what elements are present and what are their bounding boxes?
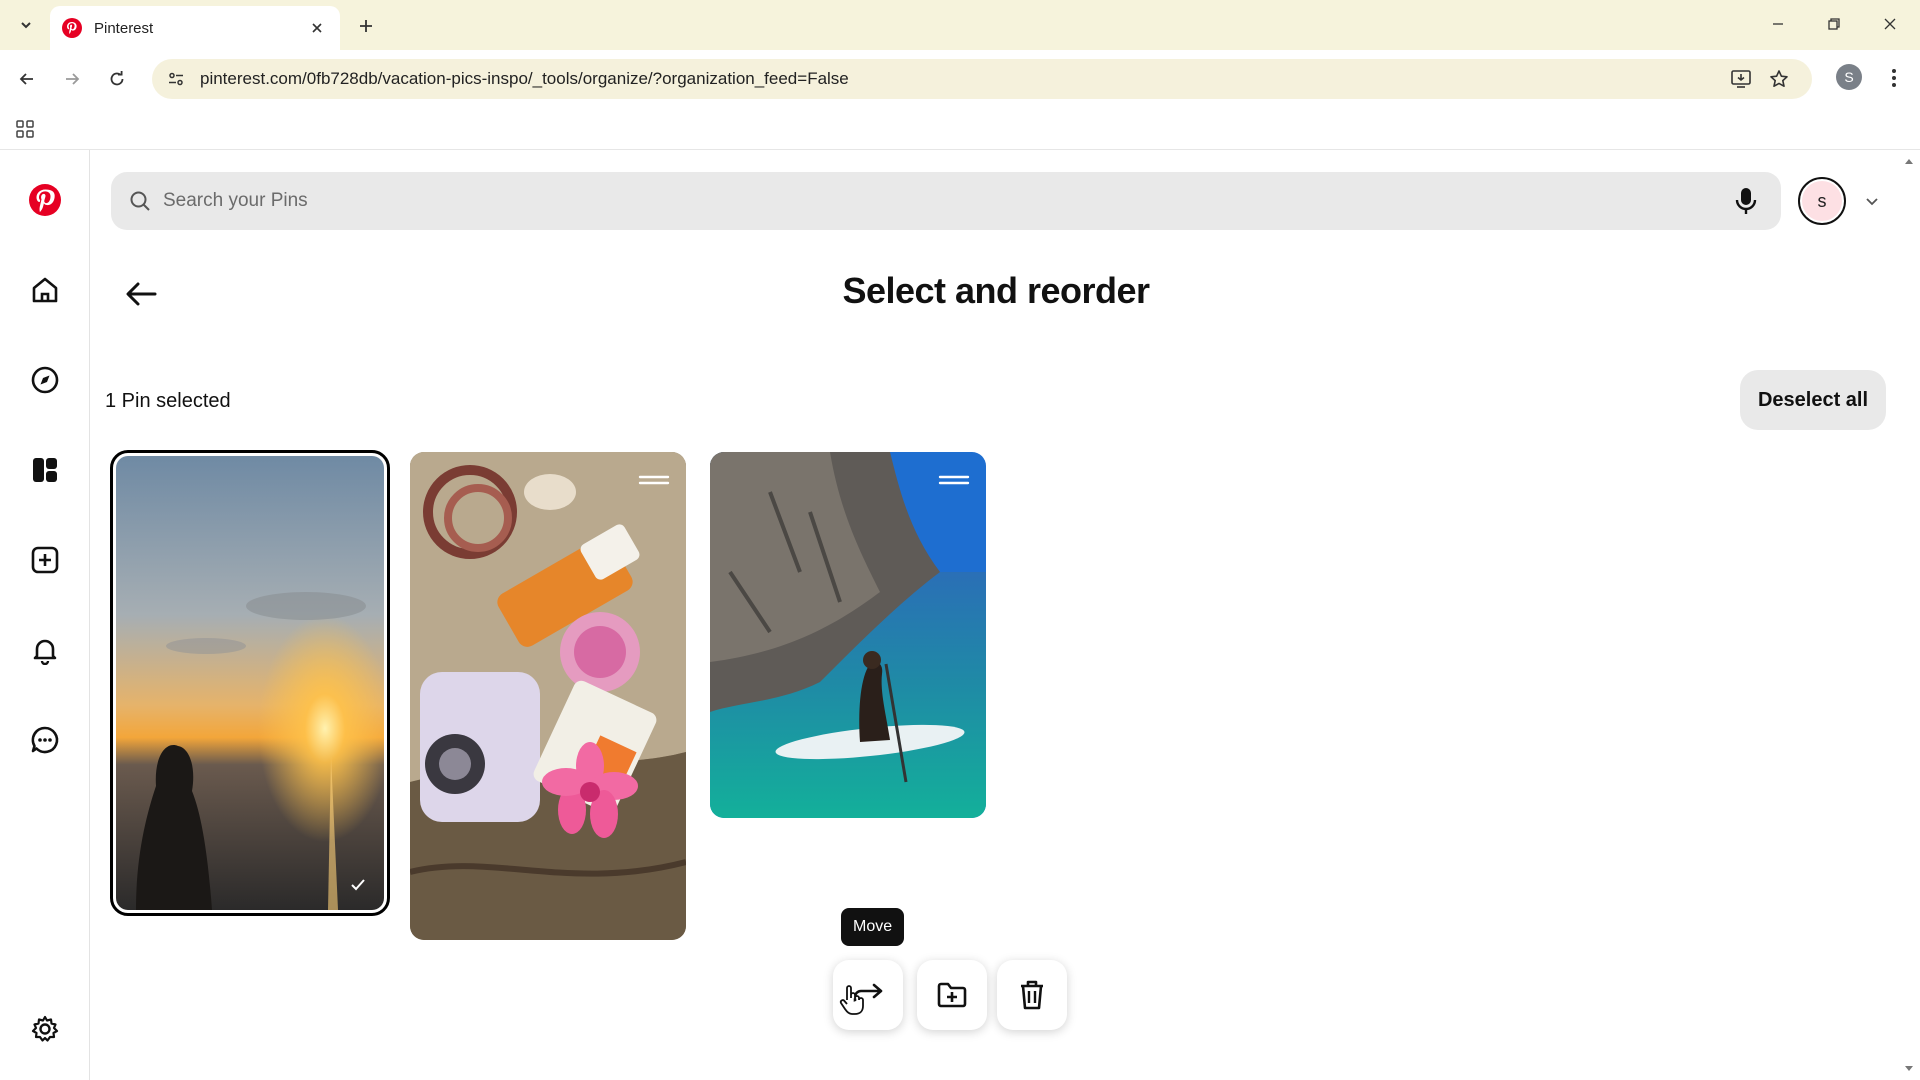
account-menu-chevron-icon[interactable] [1859, 188, 1885, 214]
organize-main: s Select and reorder 1 Pin selected Dese… [91, 150, 1901, 1080]
notifications-bell-icon[interactable] [21, 626, 69, 674]
home-icon[interactable] [21, 266, 69, 314]
scroll-down-arrow-icon[interactable] [1902, 1062, 1916, 1076]
pin-image-sunset [116, 456, 384, 910]
settings-gear-icon[interactable] [21, 1005, 69, 1053]
explore-compass-icon[interactable] [21, 356, 69, 404]
new-tab-button[interactable] [352, 12, 380, 40]
boards-icon[interactable] [21, 446, 69, 494]
drag-handle-icon[interactable] [638, 474, 670, 486]
pin-card-beach-items[interactable] [410, 452, 686, 940]
pin-image-paddleboard [710, 452, 986, 818]
forward-button[interactable] [57, 64, 87, 94]
install-app-icon[interactable] [1722, 60, 1760, 98]
bookmarks-bar [0, 108, 1920, 150]
chevron-down-icon [21, 22, 31, 29]
page-title: Select and reorder [842, 270, 1150, 311]
close-icon [1884, 18, 1896, 30]
pinterest-logo-icon[interactable] [21, 176, 69, 224]
pin-card-paddleboard[interactable] [710, 452, 986, 818]
messages-icon[interactable] [21, 716, 69, 764]
reload-button[interactable] [102, 64, 132, 94]
move-tooltip: Move [841, 908, 905, 946]
more-vertical-icon [1892, 69, 1896, 87]
reload-icon [110, 71, 124, 86]
check-icon [351, 879, 365, 891]
tab-search-button[interactable] [12, 12, 40, 38]
add-to-board-button[interactable] [917, 960, 987, 1030]
minimize-window-button[interactable] [1756, 8, 1800, 40]
search-bar[interactable] [111, 172, 1781, 230]
hand-cursor-icon [839, 985, 864, 1015]
scroll-up-arrow-icon[interactable] [1902, 154, 1916, 168]
browser-tab-pinterest[interactable]: Pinterest [50, 6, 340, 50]
account-avatar[interactable]: s [1798, 177, 1846, 225]
pin-image-beach-items [410, 452, 686, 940]
site-info-icon[interactable] [156, 59, 196, 99]
plus-icon [360, 20, 372, 32]
search-icon [130, 191, 150, 211]
bookmark-star-icon[interactable] [1760, 60, 1798, 98]
restore-icon [1828, 18, 1840, 30]
microphone-icon[interactable] [1729, 184, 1763, 218]
minimize-icon [1773, 23, 1783, 25]
pinterest-favicon-icon [62, 18, 82, 38]
tab-title: Pinterest [94, 19, 154, 37]
back-button[interactable] [12, 64, 42, 94]
drag-handle-icon[interactable] [938, 474, 970, 486]
delete-button[interactable] [997, 960, 1067, 1030]
restore-window-button[interactable] [1812, 8, 1856, 40]
url-text[interactable]: pinterest.com/0fb728db/vacation-pics-ins… [200, 69, 1722, 89]
browser-toolbar: pinterest.com/0fb728db/vacation-pics-ins… [0, 50, 1920, 108]
close-window-button[interactable] [1868, 8, 1912, 40]
deselect-all-button[interactable]: Deselect all [1740, 370, 1886, 430]
browser-tab-bar: Pinterest [0, 0, 1920, 50]
close-tab-icon[interactable] [306, 17, 328, 39]
search-input[interactable] [163, 190, 1729, 212]
create-plus-icon[interactable] [21, 536, 69, 584]
address-bar[interactable]: pinterest.com/0fb728db/vacation-pics-ins… [152, 59, 1812, 99]
arrow-left-icon [19, 73, 33, 85]
folder-plus-icon [937, 982, 967, 1008]
browser-profile-avatar[interactable]: S [1836, 64, 1862, 90]
browser-menu-button[interactable] [1880, 64, 1908, 92]
arrow-right-icon [66, 73, 80, 85]
trash-icon [1021, 980, 1043, 1010]
apps-grid-icon[interactable] [12, 116, 38, 142]
pinterest-sidebar [0, 150, 90, 1080]
pin-card-sunset[interactable] [110, 450, 390, 916]
avatar-initial: s [1802, 181, 1842, 221]
selected-count-label: 1 Pin selected [105, 390, 231, 412]
